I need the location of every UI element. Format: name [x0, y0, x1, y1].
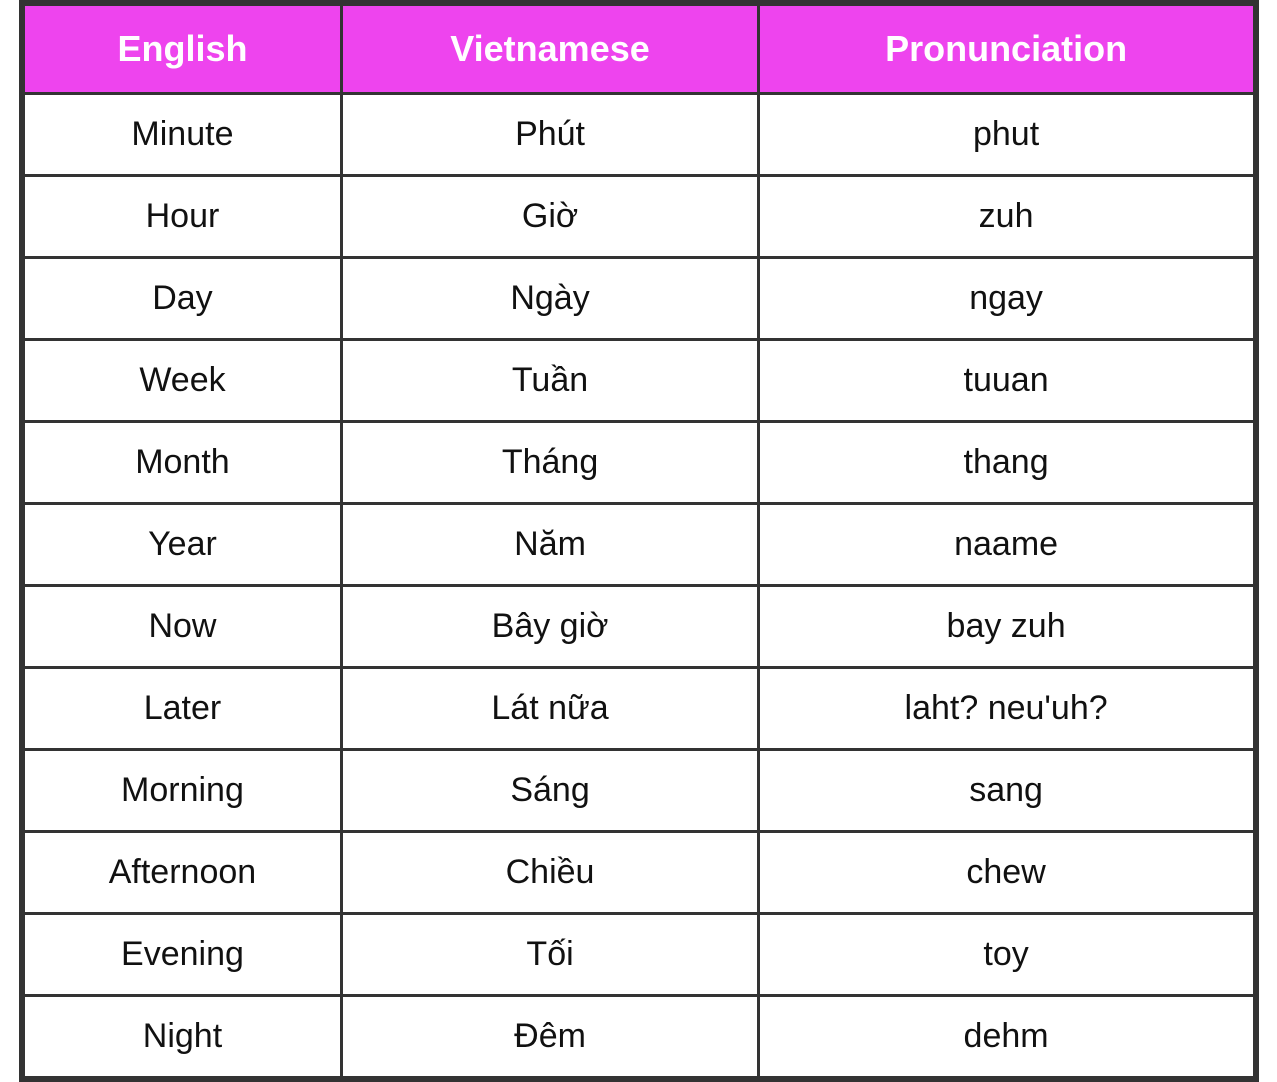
- cell-vietnamese: Phút: [342, 94, 758, 176]
- cell-pronunciation: zuh: [758, 176, 1254, 258]
- cell-english: Night: [23, 996, 342, 1078]
- table-row: WeekTuầntuuan: [23, 340, 1254, 422]
- cell-english: Morning: [23, 750, 342, 832]
- cell-pronunciation: naame: [758, 504, 1254, 586]
- table-header-row: English Vietnamese Pronunciation: [23, 5, 1254, 94]
- header-english: English: [23, 5, 342, 94]
- cell-vietnamese: Đêm: [342, 996, 758, 1078]
- cell-vietnamese: Giờ: [342, 176, 758, 258]
- cell-pronunciation: dehm: [758, 996, 1254, 1078]
- cell-english: Now: [23, 586, 342, 668]
- table-row: MonthThángthang: [23, 422, 1254, 504]
- header-pronunciation: Pronunciation: [758, 5, 1254, 94]
- cell-english: Month: [23, 422, 342, 504]
- cell-vietnamese: Chiều: [342, 832, 758, 914]
- table-row: MinutePhútphut: [23, 94, 1254, 176]
- cell-pronunciation: thang: [758, 422, 1254, 504]
- cell-english: Week: [23, 340, 342, 422]
- cell-pronunciation: bay zuh: [758, 586, 1254, 668]
- table-row: MorningSángsang: [23, 750, 1254, 832]
- cell-vietnamese: Tối: [342, 914, 758, 996]
- table-row: EveningTốitoy: [23, 914, 1254, 996]
- cell-vietnamese: Ngày: [342, 258, 758, 340]
- cell-english: Later: [23, 668, 342, 750]
- cell-vietnamese: Năm: [342, 504, 758, 586]
- cell-pronunciation: tuuan: [758, 340, 1254, 422]
- table-row: YearNămnaame: [23, 504, 1254, 586]
- table-row: DayNgàyngay: [23, 258, 1254, 340]
- cell-english: Evening: [23, 914, 342, 996]
- table-row: LaterLát nữalaht? neu'uh?: [23, 668, 1254, 750]
- table-row: AfternoonChiềuchew: [23, 832, 1254, 914]
- table-row: NowBây giờbay zuh: [23, 586, 1254, 668]
- cell-vietnamese: Lát nữa: [342, 668, 758, 750]
- cell-english: Hour: [23, 176, 342, 258]
- cell-vietnamese: Tháng: [342, 422, 758, 504]
- cell-pronunciation: phut: [758, 94, 1254, 176]
- table-row: HourGiờzuh: [23, 176, 1254, 258]
- header-vietnamese: Vietnamese: [342, 5, 758, 94]
- cell-pronunciation: laht? neu'uh?: [758, 668, 1254, 750]
- cell-vietnamese: Sáng: [342, 750, 758, 832]
- cell-vietnamese: Bây giờ: [342, 586, 758, 668]
- cell-english: Afternoon: [23, 832, 342, 914]
- cell-english: Day: [23, 258, 342, 340]
- cell-english: Year: [23, 504, 342, 586]
- cell-pronunciation: ngay: [758, 258, 1254, 340]
- table-row: NightĐêmdehm: [23, 996, 1254, 1078]
- cell-pronunciation: sang: [758, 750, 1254, 832]
- cell-english: Minute: [23, 94, 342, 176]
- cell-pronunciation: toy: [758, 914, 1254, 996]
- cell-vietnamese: Tuần: [342, 340, 758, 422]
- cell-pronunciation: chew: [758, 832, 1254, 914]
- vocabulary-table: English Vietnamese Pronunciation MinuteP…: [19, 0, 1259, 1082]
